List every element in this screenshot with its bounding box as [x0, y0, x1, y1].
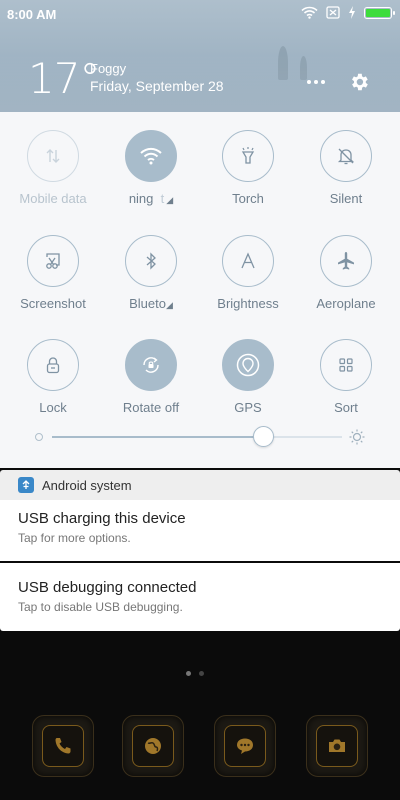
bluetooth-icon — [146, 252, 156, 270]
tile-label: GPS — [234, 400, 262, 415]
notification-app-name: Android system — [42, 478, 132, 493]
airplane-icon — [338, 252, 354, 270]
dock-browser[interactable] — [122, 715, 184, 777]
weather-date: Friday, September 28 — [90, 78, 224, 94]
tile-wifi[interactable]: ning t◢ — [102, 130, 200, 220]
tile-label: Lock — [39, 400, 67, 415]
tile-label: ning t◢ — [128, 191, 174, 206]
tile-lock[interactable]: Lock — [4, 339, 102, 429]
brightness-track — [263, 436, 342, 438]
more-options-icon[interactable] — [304, 72, 328, 92]
tile-torch[interactable]: Torch — [199, 130, 297, 220]
android-system-icon — [18, 477, 34, 493]
notification-title: USB debugging connected — [18, 579, 197, 596]
notification-group-header[interactable]: Android system — [0, 470, 400, 500]
wifi-icon — [301, 6, 318, 19]
messages-icon — [237, 738, 253, 754]
brightness-low-icon — [35, 433, 43, 441]
tile-label: Rotate off — [122, 400, 180, 415]
tile-sort[interactable]: Sort — [297, 339, 395, 429]
tile-screenshot[interactable]: Screenshot — [4, 235, 102, 325]
tile-brightness[interactable]: Brightness — [199, 235, 297, 325]
notification-usb-charging[interactable]: USB charging this device Tap for more op… — [0, 500, 400, 561]
page-indicator — [186, 671, 204, 676]
settings-gear-icon[interactable] — [348, 71, 370, 93]
tile-label: Screenshot — [20, 296, 86, 311]
notification-shade-header: 8:00 AM 17° Foggy Friday, September 28 — [0, 0, 400, 112]
tile-label: Blueto◢ — [129, 296, 173, 311]
dock-messages[interactable] — [214, 715, 276, 777]
brightness-slider[interactable] — [0, 424, 400, 454]
tile-label: Silent — [329, 191, 363, 206]
brightness-slider-thumb[interactable] — [253, 426, 275, 447]
rotate-lock-icon — [143, 357, 159, 373]
browser-icon — [145, 738, 161, 754]
dock-phone[interactable] — [32, 715, 94, 777]
notification-title: USB charging this device — [18, 510, 186, 527]
status-bar: 8:00 AM — [0, 0, 400, 28]
dock-camera[interactable] — [306, 715, 368, 777]
quick-settings-panel: Mobile data ning t◢ Torch Silent Screens… — [0, 112, 400, 468]
grid-icon — [339, 358, 353, 372]
mobile-data-icon — [46, 149, 60, 163]
battery-icon — [364, 6, 395, 19]
notification-usb-debugging[interactable]: USB debugging connected Tap to disable U… — [0, 563, 400, 631]
bell-icon — [337, 148, 355, 165]
tile-silent[interactable]: Silent — [297, 130, 395, 220]
home-screen-background — [0, 631, 400, 800]
status-time: 8:00 AM — [7, 7, 57, 22]
tile-label: Torch — [232, 191, 264, 206]
tile-label: Brightness — [217, 296, 279, 311]
charging-bolt-icon — [349, 6, 355, 19]
brightness-high-icon — [349, 429, 365, 445]
lock-icon — [46, 357, 60, 374]
sim-off-icon — [326, 6, 340, 19]
camera-icon — [329, 739, 345, 752]
phone-icon — [55, 738, 71, 754]
tile-aeroplane[interactable]: Aeroplane — [297, 235, 395, 325]
tile-bluetooth[interactable]: Blueto◢ — [102, 235, 200, 325]
auto-brightness-icon — [241, 252, 255, 269]
gps-icon — [236, 353, 260, 377]
notification-subtitle: Tap for more options. — [18, 531, 131, 545]
tile-gps[interactable]: GPS — [199, 339, 297, 429]
brightness-track-fill — [52, 436, 264, 438]
tile-rotate-off[interactable]: Rotate off — [102, 339, 200, 429]
torch-icon — [241, 147, 255, 164]
tile-mobile-data[interactable]: Mobile data — [4, 130, 102, 220]
tile-label: Sort — [334, 400, 358, 415]
screenshot-icon — [46, 253, 60, 269]
wifi-icon — [140, 147, 162, 165]
weather-temperature[interactable]: 17° — [28, 54, 100, 103]
weather-condition: Foggy — [90, 61, 127, 76]
notification-subtitle: Tap to disable USB debugging. — [18, 600, 183, 614]
tile-label: Aeroplane — [316, 296, 376, 311]
tile-label: Mobile data — [19, 191, 87, 206]
status-icons — [301, 6, 395, 19]
